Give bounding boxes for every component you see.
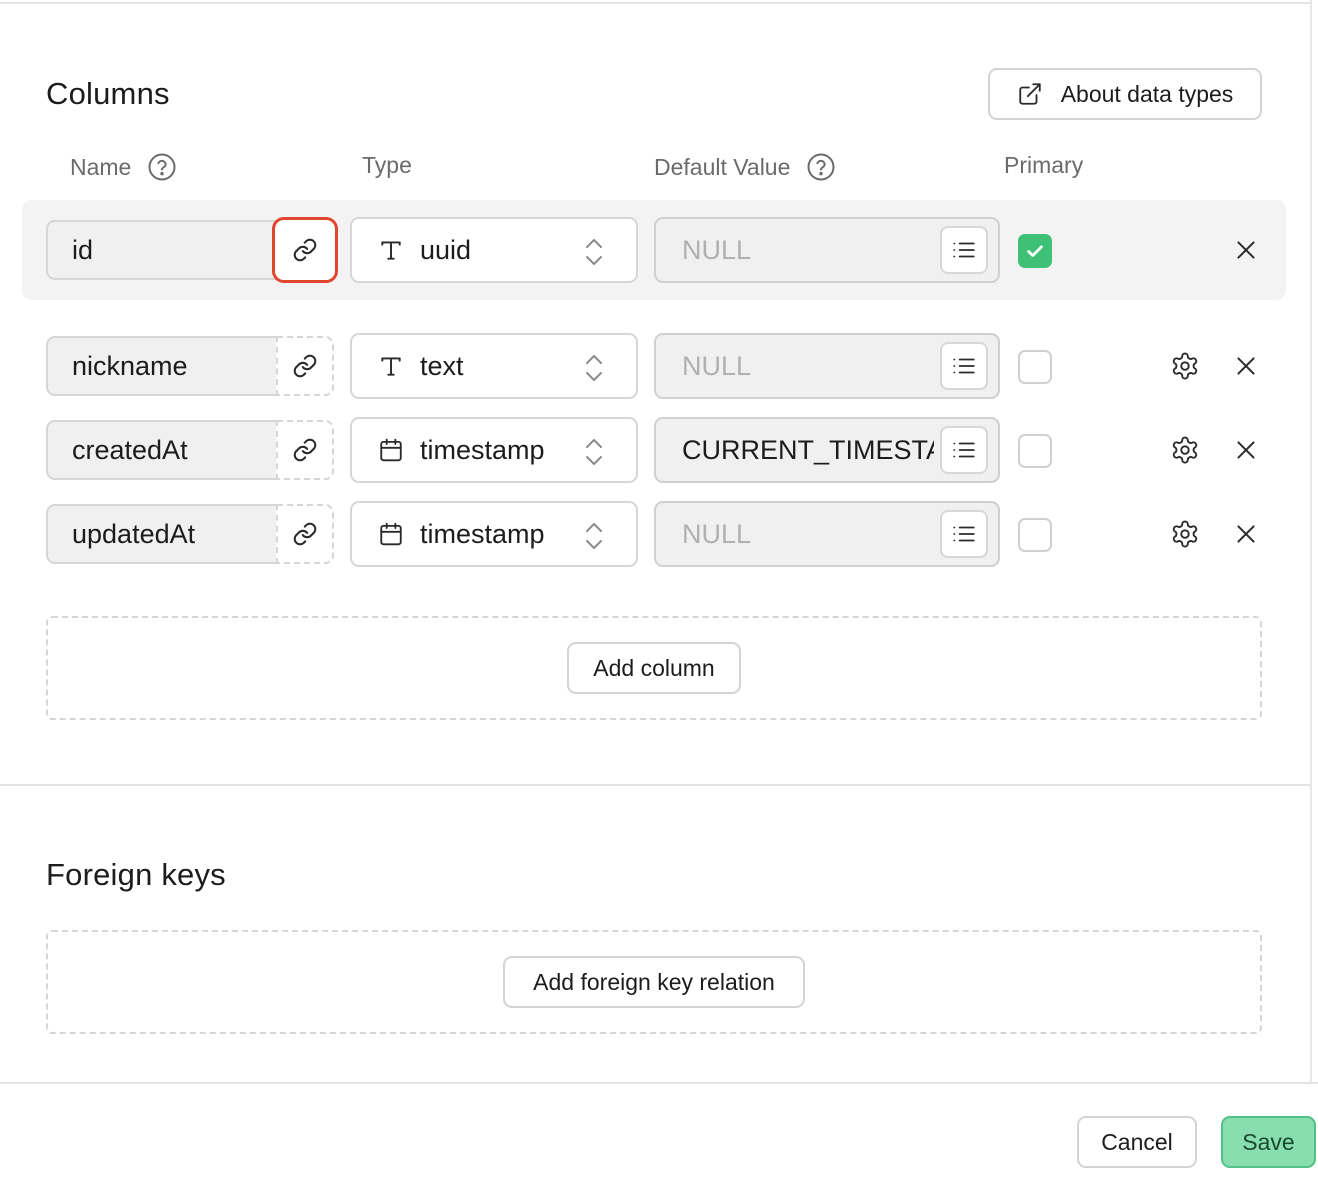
help-icon[interactable] (806, 152, 836, 182)
default-value-text: CURRENT_TIMESTAMP (682, 434, 934, 465)
chevron-up-down-icon (586, 523, 602, 549)
link-icon (293, 354, 317, 378)
chevron-up-down-icon (586, 239, 602, 265)
default-value-input[interactable]: NULL (654, 217, 1000, 283)
column-type-select[interactable]: text (350, 333, 638, 399)
link-icon (293, 438, 317, 462)
list-icon (953, 442, 975, 458)
close-icon[interactable] (1233, 353, 1259, 379)
add-column-button[interactable]: Add column (567, 642, 741, 694)
column-row: createdAt timestamp CURRENT_TIMESTAMP (0, 416, 1310, 484)
close-icon[interactable] (1233, 237, 1259, 263)
header-primary: Primary (1004, 152, 1083, 179)
cancel-button[interactable]: Cancel (1077, 1116, 1197, 1168)
footer-divider (0, 1082, 1318, 1084)
foreign-link-button[interactable] (276, 420, 334, 480)
header-type: Type (362, 152, 412, 179)
column-type-select[interactable]: uuid (350, 217, 638, 283)
primary-checkbox[interactable] (1018, 518, 1052, 552)
text-type-icon (381, 241, 401, 260)
columns-title: Columns (46, 76, 170, 111)
primary-checkbox[interactable] (1018, 234, 1052, 268)
default-value-text: NULL (682, 350, 752, 381)
foreign-link-button[interactable] (276, 504, 334, 564)
about-data-types-button[interactable]: About data types (988, 68, 1262, 120)
default-value-input[interactable]: NULL (654, 501, 1000, 567)
default-value-menu-button[interactable] (940, 426, 988, 474)
column-name-input[interactable]: id (46, 220, 278, 280)
top-divider (0, 2, 1310, 4)
default-value-menu-button[interactable] (940, 226, 988, 274)
column-row: id uuid NULL (0, 216, 1310, 284)
default-value-menu-button[interactable] (940, 342, 988, 390)
default-value-input[interactable]: CURRENT_TIMESTAMP (654, 417, 1000, 483)
chevron-up-down-icon (586, 439, 602, 465)
header-default-value: Default Value (654, 152, 836, 182)
default-value-text: NULL (682, 518, 752, 549)
text-type-icon (381, 357, 401, 376)
primary-checkbox[interactable] (1018, 434, 1052, 468)
default-value-input[interactable]: NULL (654, 333, 1000, 399)
column-name-input[interactable]: nickname (46, 336, 278, 396)
column-type-label: text (420, 350, 464, 381)
column-row: updatedAt timestamp NULL (0, 500, 1310, 568)
header-primary-label: Primary (1004, 152, 1084, 178)
gear-icon[interactable] (1170, 519, 1200, 549)
column-name-input[interactable]: createdAt (46, 420, 278, 480)
header-name: Name (70, 152, 177, 182)
add-foreign-key-button[interactable]: Add foreign key relation (503, 956, 805, 1008)
check-icon (1027, 245, 1043, 257)
header-default-value-label: Default Value (654, 153, 791, 180)
column-type-select[interactable]: timestamp (350, 417, 638, 483)
calendar-icon (380, 438, 402, 462)
gear-icon[interactable] (1170, 435, 1200, 465)
column-type-label: timestamp (420, 434, 545, 465)
foreign-link-button[interactable] (272, 217, 338, 283)
about-data-types-label: About data types (1060, 80, 1234, 107)
external-link-icon (1019, 83, 1041, 105)
list-icon (953, 526, 975, 542)
column-name-input[interactable]: updatedAt (46, 504, 278, 564)
gear-icon[interactable] (1170, 351, 1200, 381)
section-divider (0, 784, 1310, 786)
primary-checkbox[interactable] (1018, 350, 1052, 384)
column-type-label: timestamp (420, 518, 545, 549)
header-type-label: Type (362, 152, 412, 178)
default-value-text: NULL (682, 234, 752, 265)
list-icon (953, 242, 975, 258)
calendar-icon (380, 522, 402, 546)
header-name-label: Name (70, 153, 132, 180)
link-icon (293, 522, 317, 546)
right-divider (1310, 0, 1312, 1082)
column-type-label: uuid (420, 234, 472, 265)
foreign-keys-title: Foreign keys (46, 857, 226, 892)
save-button[interactable]: Save (1221, 1116, 1316, 1168)
list-icon (953, 358, 975, 374)
close-icon[interactable] (1233, 521, 1259, 547)
column-type-select[interactable]: timestamp (350, 501, 638, 567)
foreign-link-button[interactable] (276, 336, 334, 396)
default-value-menu-button[interactable] (940, 510, 988, 558)
link-icon (293, 238, 317, 262)
help-icon[interactable] (147, 152, 177, 182)
close-icon[interactable] (1233, 437, 1259, 463)
column-row: nickname text NULL (0, 332, 1310, 400)
chevron-up-down-icon (586, 355, 602, 381)
